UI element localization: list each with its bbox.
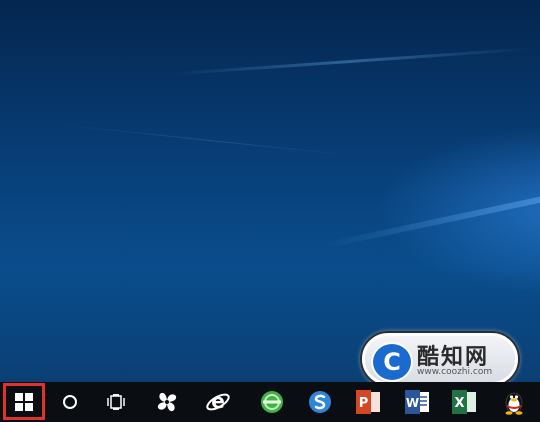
windows-logo-icon	[15, 392, 33, 411]
word[interactable]: W	[397, 382, 437, 422]
task-view-icon	[107, 394, 125, 410]
svg-text:X: X	[454, 396, 464, 411]
excel[interactable]: X	[444, 382, 484, 422]
cortana-circle-icon	[63, 395, 77, 409]
coozhi-watermark: C 酷知网 www.coozhi.com	[362, 333, 518, 382]
internet-explorer-icon: e	[206, 389, 230, 413]
coozhi-logo-icon: C	[371, 342, 413, 382]
excel-icon: X	[452, 390, 476, 414]
qq-penguin-icon	[505, 392, 523, 415]
svg-text:e: e	[211, 389, 225, 413]
wallpaper-light-beam	[321, 193, 540, 249]
pinned-browser-green[interactable]	[252, 382, 292, 422]
powerpoint-icon: P	[356, 390, 380, 414]
task-view-button[interactable]	[97, 382, 137, 422]
sogou-browser-icon	[309, 391, 331, 413]
qq[interactable]	[494, 382, 534, 422]
word-icon: W	[405, 390, 429, 414]
watermark-url: www.coozhi.com	[417, 367, 493, 377]
search-button[interactable]	[50, 382, 90, 422]
pinned-browser-blue[interactable]	[300, 382, 340, 422]
svg-text:P: P	[359, 396, 369, 411]
svg-text:W: W	[406, 396, 419, 410]
start-button[interactable]	[3, 383, 45, 420]
wallpaper-light-beam	[170, 47, 530, 76]
pinned-app-1[interactable]	[147, 382, 187, 422]
wallpaper-light-beam	[60, 124, 360, 157]
powerpoint[interactable]: P	[348, 382, 388, 422]
internet-explorer[interactable]: e	[198, 382, 238, 422]
green-browser-icon	[261, 391, 283, 413]
desktop-wallpaper: C 酷知网 www.coozhi.com	[0, 0, 540, 382]
taskbar: e P W X	[0, 382, 540, 422]
pinwheel-app-icon	[157, 392, 177, 412]
